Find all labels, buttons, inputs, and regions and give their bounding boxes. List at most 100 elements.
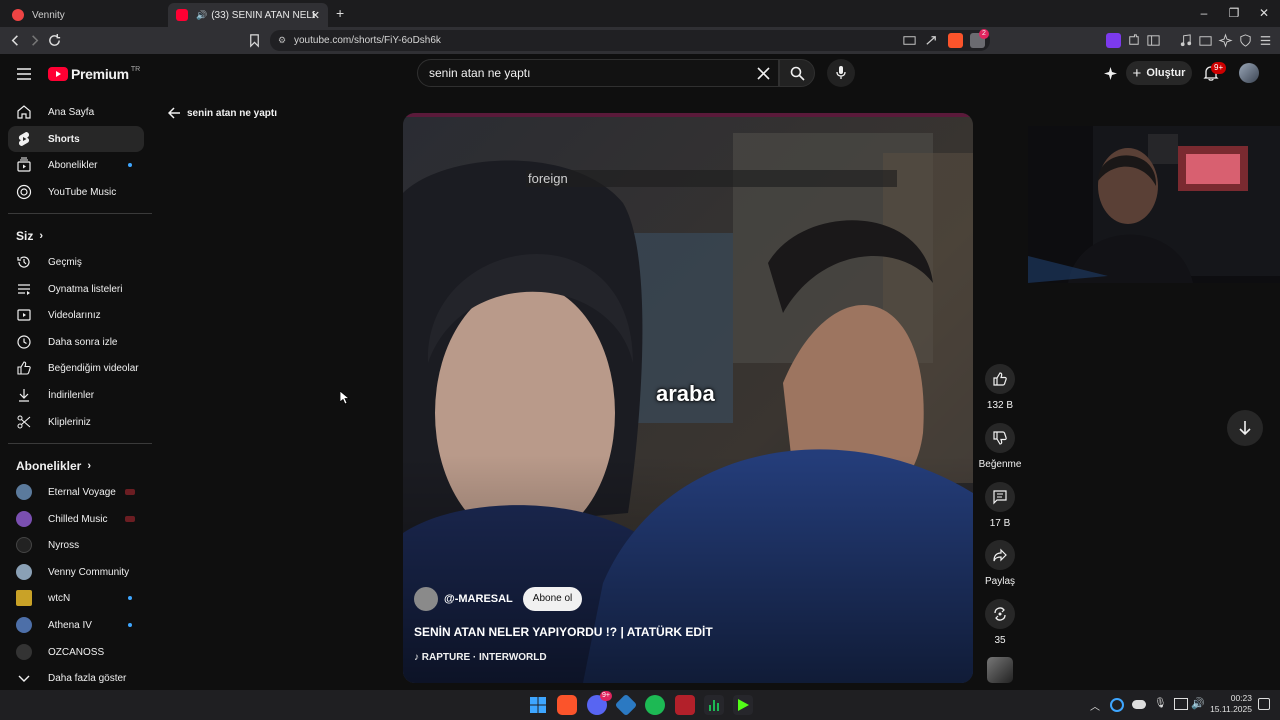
minimize-icon[interactable]: – [1197,6,1211,20]
sidebar-item-clips[interactable]: Klipleriniz [8,409,144,435]
discord-taskbar-icon[interactable]: 9+ [587,691,612,715]
sidebar-item-watch-later[interactable]: Daha sonra izle [8,329,144,355]
forward-icon[interactable] [27,33,42,48]
network-tray-icon[interactable] [1174,698,1188,710]
sidebar-toggle-icon[interactable] [1146,33,1161,48]
hamburger-menu-icon[interactable] [16,66,32,82]
comments-button[interactable]: 17 B [978,482,1022,529]
subscription-eternal-voyage[interactable]: Eternal Voyage [8,479,144,505]
next-short-button[interactable] [1227,410,1263,446]
create-button[interactable]: + Oluştur [1126,61,1192,85]
caption-subtitle: araba [656,381,715,406]
system-clock[interactable]: 00:23 15.11.2025 [1210,693,1252,715]
chevron-right-icon: › [39,230,44,242]
share-button[interactable]: Paylaş [978,540,1022,587]
sidebar-item-home[interactable]: Ana Sayfa [8,99,144,125]
new-tab-button[interactable]: + [336,5,344,21]
subscribe-button[interactable]: Abone ol [522,587,583,611]
subscription-nyross[interactable]: Nyross [8,532,144,558]
sidebar-item-downloads[interactable]: İndirilenler [8,382,144,408]
app-taskbar-icon[interactable] [614,693,638,717]
sidebar-item-youtube-music[interactable]: YouTube Music [8,179,144,205]
channel-avatar[interactable] [414,587,438,611]
subscriptions-section-header[interactable]: Abonelikler › [16,459,91,473]
cloud-tray-icon[interactable] [1132,700,1146,709]
brave-taskbar-icon[interactable] [557,695,577,715]
logo-region: TR [130,65,141,73]
media-icon[interactable] [1178,33,1193,48]
menu-icon[interactable] [1258,33,1273,48]
like-button[interactable]: 132 B [978,364,1022,411]
mic-tray-icon[interactable]: 🎙 [1154,698,1167,709]
clear-search-icon[interactable] [757,67,770,80]
reload-icon[interactable] [47,33,62,48]
share-icon [993,548,1007,562]
channel-row: @-MARESAL Abone ol [414,587,583,611]
subscription-chilled-music[interactable]: Chilled Music [8,506,144,532]
address-bar[interactable]: ⚙ youtube.com/shorts/FiY-6oDsh6k [270,30,990,51]
voice-search-button[interactable] [827,59,855,87]
news-taskbar-icon[interactable] [675,695,695,715]
sidebar-item-your-videos[interactable]: Videolarınız [8,302,144,328]
tray-overflow-icon[interactable]: ︿ [1090,698,1100,713]
sidebar-item-history[interactable]: Geçmiş [8,249,144,275]
start-icon[interactable] [528,695,548,715]
shorts-icon [18,132,30,146]
sync-tray-icon[interactable] [1110,698,1124,712]
channel-avatar [16,617,32,633]
shorts-video-player[interactable]: foreign araba @-MARESAL Abone ol SENİN A… [403,113,973,683]
brave-shields-icon[interactable] [948,33,963,48]
search-button[interactable] [779,59,815,87]
brave-rewards-icon[interactable]: 2 [970,29,989,48]
youtube-premium-logo[interactable]: Premium TR [48,66,140,82]
tab-youtube-short[interactable]: 🔊 (33) SENİN ATAN NELER YAPIYO ✕ [168,3,328,27]
comment-count: 17 B [989,518,1011,529]
spotify-taskbar-icon[interactable] [645,695,665,715]
site-info-icon[interactable]: ⚙ [278,35,288,45]
back-to-search-link[interactable]: senin atan ne yaptı [168,107,277,119]
share-page-icon[interactable] [924,33,939,48]
sidebar-item-playlists[interactable]: Oynatma listeleri [8,276,144,302]
leo-ai-icon[interactable] [1218,33,1233,48]
back-icon[interactable] [8,33,23,48]
you-section-header[interactable]: Siz › [16,229,43,243]
sound-thumbnail[interactable] [987,657,1013,683]
vpn-icon[interactable] [1238,33,1253,48]
search-input[interactable]: senin atan ne yaptı [417,59,779,87]
cast-icon[interactable] [902,33,917,48]
subscription-venny-community[interactable]: Venny Community [8,559,144,585]
sidebar-item-subscriptions[interactable]: Abonelikler [8,152,144,178]
ai-extension-icon[interactable] [1106,33,1121,48]
bookmark-icon[interactable] [247,33,262,48]
sidebar-item-shorts[interactable]: Shorts [8,126,144,152]
sidebar: Ana Sayfa Shorts Abonelikler YouTube Mus… [0,94,152,720]
dislike-button[interactable]: Beğenme [978,423,1022,470]
notification-center-icon[interactable] [1258,698,1270,710]
sidebar-item-label: Videolarınız [48,309,101,321]
gemini-sparkle-icon[interactable] [1103,66,1118,81]
subscription-ozcanoss[interactable]: OZCANOSS [8,639,144,665]
live-indicator-icon [125,489,135,495]
sidebar-divider [8,213,152,214]
subscription-wtcn[interactable]: wtcN [8,585,144,611]
account-avatar[interactable] [1239,63,1259,83]
maximize-icon[interactable]: ❐ [1227,6,1241,20]
video-title[interactable]: SENİN ATAN NELER YAPIYORDU !? | ATATÜRK … [414,625,713,639]
caption-foreign: foreign [526,170,897,187]
home-icon [17,105,31,119]
tab-vennity[interactable]: Vennity [4,3,164,27]
music-link[interactable]: ♪ RAPTURE · INTERWORLD [414,652,547,663]
close-window-icon[interactable]: ✕ [1257,6,1271,20]
chart-app-taskbar-icon[interactable] [704,695,724,715]
wallet-icon[interactable] [1198,33,1213,48]
channel-name[interactable]: @-MARESAL [444,593,513,605]
show-more-button[interactable]: Daha fazla göster [8,665,144,691]
subscription-athena-iv[interactable]: Athena IV [8,612,144,638]
volume-tray-icon[interactable]: 🔊 [1191,697,1205,710]
close-tab-icon[interactable]: ✕ [311,9,320,22]
sidebar-item-liked-videos[interactable]: Beğendiğim videolar [8,355,144,381]
extensions-icon[interactable] [1126,33,1141,48]
webcam-feed [1028,126,1280,283]
remix-button[interactable]: 35 [978,599,1022,646]
streaming-app-taskbar-icon[interactable] [733,695,753,715]
